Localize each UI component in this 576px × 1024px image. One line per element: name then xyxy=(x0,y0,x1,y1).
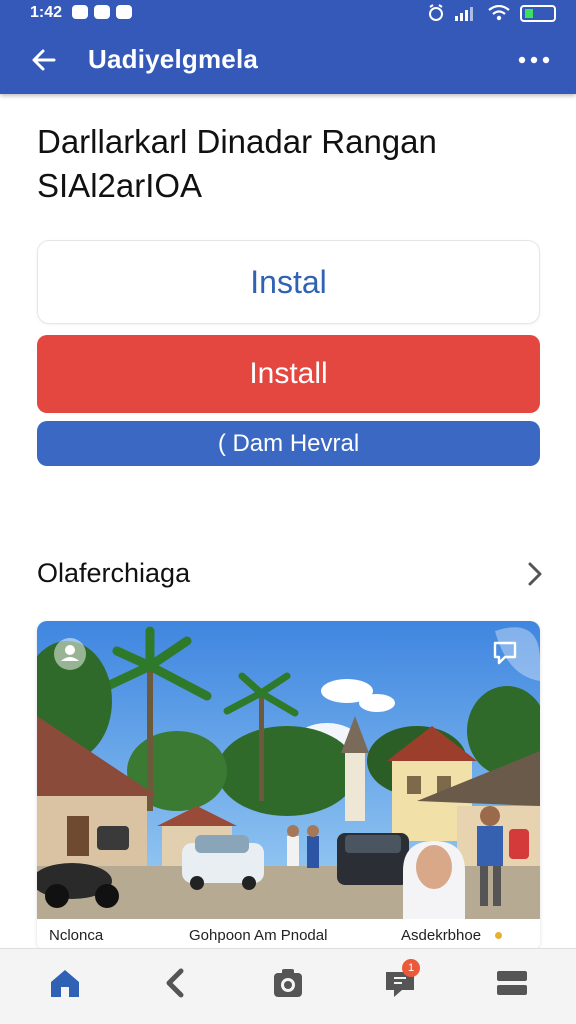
page-heading-line2: SIAl2arIOA xyxy=(37,167,203,204)
status-time: 1:42 xyxy=(30,4,63,21)
card-caption-right: Asdekrbhoe xyxy=(401,927,482,944)
camera-icon xyxy=(116,5,132,19)
alarm-icon xyxy=(429,4,443,21)
user-icon[interactable] xyxy=(54,638,86,670)
media-card[interactable]: Nclonca Gohpoon Am Pnodal Asdekrbhoe xyxy=(37,621,540,951)
section-title: Olaferchiaga xyxy=(37,558,191,588)
status-dot xyxy=(495,932,502,939)
app-bar: 1:42 Uadiyelgmela xyxy=(0,0,576,94)
card-caption-left: Nclonca xyxy=(49,927,104,944)
page-heading-line1: Darllarkarl Dinadar Rangan xyxy=(37,123,437,160)
wifi-icon xyxy=(488,5,510,21)
nav-camera[interactable] xyxy=(266,961,310,1005)
notification-icon xyxy=(72,5,88,19)
battery-icon xyxy=(520,4,556,22)
card-caption-middle: Gohpoon Am Pnodal xyxy=(189,927,328,944)
card-caption: Nclonca Gohpoon Am Pnodal Asdekrbhoe xyxy=(37,919,540,951)
page-heading: Darllarkarl Dinadar Rangan SIAl2arIOA xyxy=(37,120,537,208)
menu-icon xyxy=(497,971,527,995)
home-icon xyxy=(51,970,79,997)
chat-icon xyxy=(94,5,110,19)
back-arrow-icon[interactable] xyxy=(28,44,60,76)
back-icon xyxy=(166,968,184,998)
app-title: Uadiyelgmela xyxy=(88,44,259,74)
notification-badge: 1 xyxy=(402,959,420,977)
nav-back[interactable] xyxy=(154,961,198,1005)
village-street-photo xyxy=(37,621,540,919)
camera-icon xyxy=(274,969,302,997)
signal-icon xyxy=(455,7,473,21)
status-right-icons xyxy=(428,4,556,22)
secondary-action-button[interactable]: ( Dam Hevral xyxy=(37,421,540,466)
status-bar: 1:42 xyxy=(0,0,576,28)
nav-menu[interactable] xyxy=(490,961,534,1005)
status-notification-icons xyxy=(72,5,132,19)
nav-notifications[interactable]: 1 xyxy=(378,959,422,1005)
chevron-right-icon[interactable] xyxy=(522,558,546,590)
nav-home[interactable] xyxy=(43,961,87,1005)
bottom-navigation: 1 xyxy=(0,948,576,1024)
more-dots-icon[interactable] xyxy=(516,50,552,70)
message-icon[interactable] xyxy=(489,635,521,667)
install-button[interactable]: Install xyxy=(37,335,540,413)
install-outline-button[interactable]: Instal xyxy=(37,240,540,324)
